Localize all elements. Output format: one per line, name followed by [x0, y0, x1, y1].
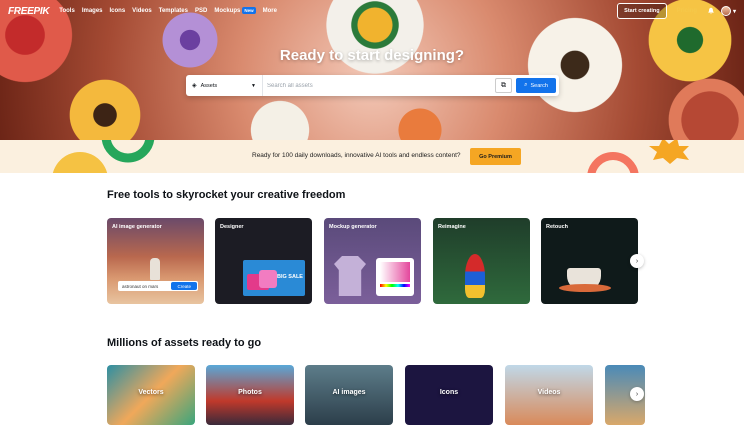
- promo-text: Ready for 100 daily downloads, innovativ…: [252, 152, 461, 159]
- go-premium-button[interactable]: Go Premium: [470, 148, 521, 165]
- tool-card-designer[interactable]: Designer BIG SALE: [215, 218, 312, 304]
- search-input[interactable]: [263, 82, 495, 89]
- start-creating-button[interactable]: Start creating: [617, 3, 667, 19]
- tool-label: Retouch: [546, 224, 568, 230]
- bell-icon[interactable]: [707, 7, 715, 15]
- flower-decoration: [380, 95, 460, 140]
- avatar[interactable]: [720, 6, 731, 16]
- tool-card-mockup-generator[interactable]: Mockup generator: [324, 218, 421, 304]
- assets-section-title: Millions of assets ready to go: [107, 337, 262, 349]
- asset-card-icons[interactable]: Icons: [405, 365, 493, 425]
- layers-icon: ◈: [192, 83, 197, 89]
- nav-images[interactable]: Images: [82, 8, 103, 14]
- promo-banner: Ready for 100 daily downloads, innovativ…: [0, 140, 744, 173]
- nav-more[interactable]: More: [263, 8, 277, 14]
- search-icon: ⌕: [524, 82, 528, 88]
- search-button[interactable]: ⌕ Search: [516, 78, 556, 93]
- freepik-logo[interactable]: FREEPIK: [8, 6, 50, 17]
- ring-decoration: [587, 152, 639, 173]
- prompt-box: astronaut on mars Create: [118, 281, 198, 291]
- tool-label: Designer: [220, 224, 244, 230]
- prompt-text: astronaut on mars: [122, 283, 159, 289]
- tool-label: AI image generator: [112, 224, 162, 230]
- chevron-right-icon: ›: [635, 390, 639, 398]
- tools-section-title: Free tools to skyrocket your creative fr…: [107, 189, 346, 201]
- nav-mockups[interactable]: Mockups New: [214, 7, 256, 14]
- assets-next-button[interactable]: ›: [630, 387, 644, 401]
- new-badge: New: [242, 7, 256, 14]
- ring-decoration: [101, 140, 155, 163]
- asset-label: AI images: [332, 389, 366, 396]
- flower-decoration: [230, 90, 330, 140]
- nav-tools[interactable]: Tools: [59, 8, 75, 14]
- nav-mockups-label: Mockups: [214, 8, 241, 14]
- asset-card-photos[interactable]: Photos: [206, 365, 294, 425]
- image-search-icon[interactable]: ⧉: [495, 78, 512, 93]
- search-button-label: Search: [530, 82, 548, 89]
- nav-right: Start creating Pricing ▾: [617, 3, 736, 19]
- nav-psd[interactable]: PSD: [195, 8, 207, 14]
- hero-title: Ready to start designing?: [279, 47, 465, 64]
- tool-card-retouch[interactable]: Retouch: [541, 218, 638, 304]
- parrot-image: [465, 254, 485, 298]
- asset-label: Icons: [439, 389, 459, 396]
- hero-banner: FREEPIK Tools Images Icons Videos Templa…: [0, 0, 744, 140]
- asset-type-value: Assets: [200, 82, 218, 89]
- nav-icons[interactable]: Icons: [110, 8, 126, 14]
- asset-card-ai-images[interactable]: AI images: [305, 365, 393, 425]
- flower-decoration: [60, 70, 150, 140]
- tool-card-ai-image-generator[interactable]: AI image generator astronaut on mars Cre…: [107, 218, 204, 304]
- tshirt-mockup: [334, 256, 366, 296]
- sun-decoration: [649, 140, 689, 164]
- astronaut-figure: [150, 258, 160, 280]
- designer-canvas: BIG SALE: [243, 260, 305, 296]
- tool-card-reimagine[interactable]: Reimagine: [433, 218, 530, 304]
- nav-videos[interactable]: Videos: [132, 8, 152, 14]
- chevron-down-icon: ▼: [251, 82, 256, 89]
- asset-card-videos[interactable]: Videos: [505, 365, 593, 425]
- asset-label: Photos: [238, 389, 262, 396]
- nav-templates[interactable]: Templates: [159, 8, 188, 14]
- asset-type-select[interactable]: ◈ Assets ▼: [186, 75, 263, 96]
- chevron-down-icon[interactable]: ▾: [733, 8, 736, 15]
- tool-label: Reimagine: [438, 224, 466, 230]
- tool-label: Mockup generator: [329, 224, 377, 230]
- color-picker: [376, 258, 414, 296]
- top-nav: FREEPIK Tools Images Icons Videos Templa…: [0, 0, 744, 22]
- flower-decoration: [520, 10, 630, 120]
- create-button[interactable]: Create: [171, 282, 197, 290]
- asset-label: Vectors: [138, 389, 164, 396]
- tools-next-button[interactable]: ›: [630, 254, 644, 268]
- asset-label: Videos: [537, 389, 561, 396]
- pricing-link[interactable]: Pricing: [677, 8, 697, 14]
- asset-card-vectors[interactable]: Vectors: [107, 365, 195, 425]
- search-bar: ◈ Assets ▼ ⧉ ⌕Search: [186, 75, 559, 96]
- chevron-right-icon: ›: [635, 257, 639, 265]
- big-sale-text: BIG SALE: [277, 274, 303, 280]
